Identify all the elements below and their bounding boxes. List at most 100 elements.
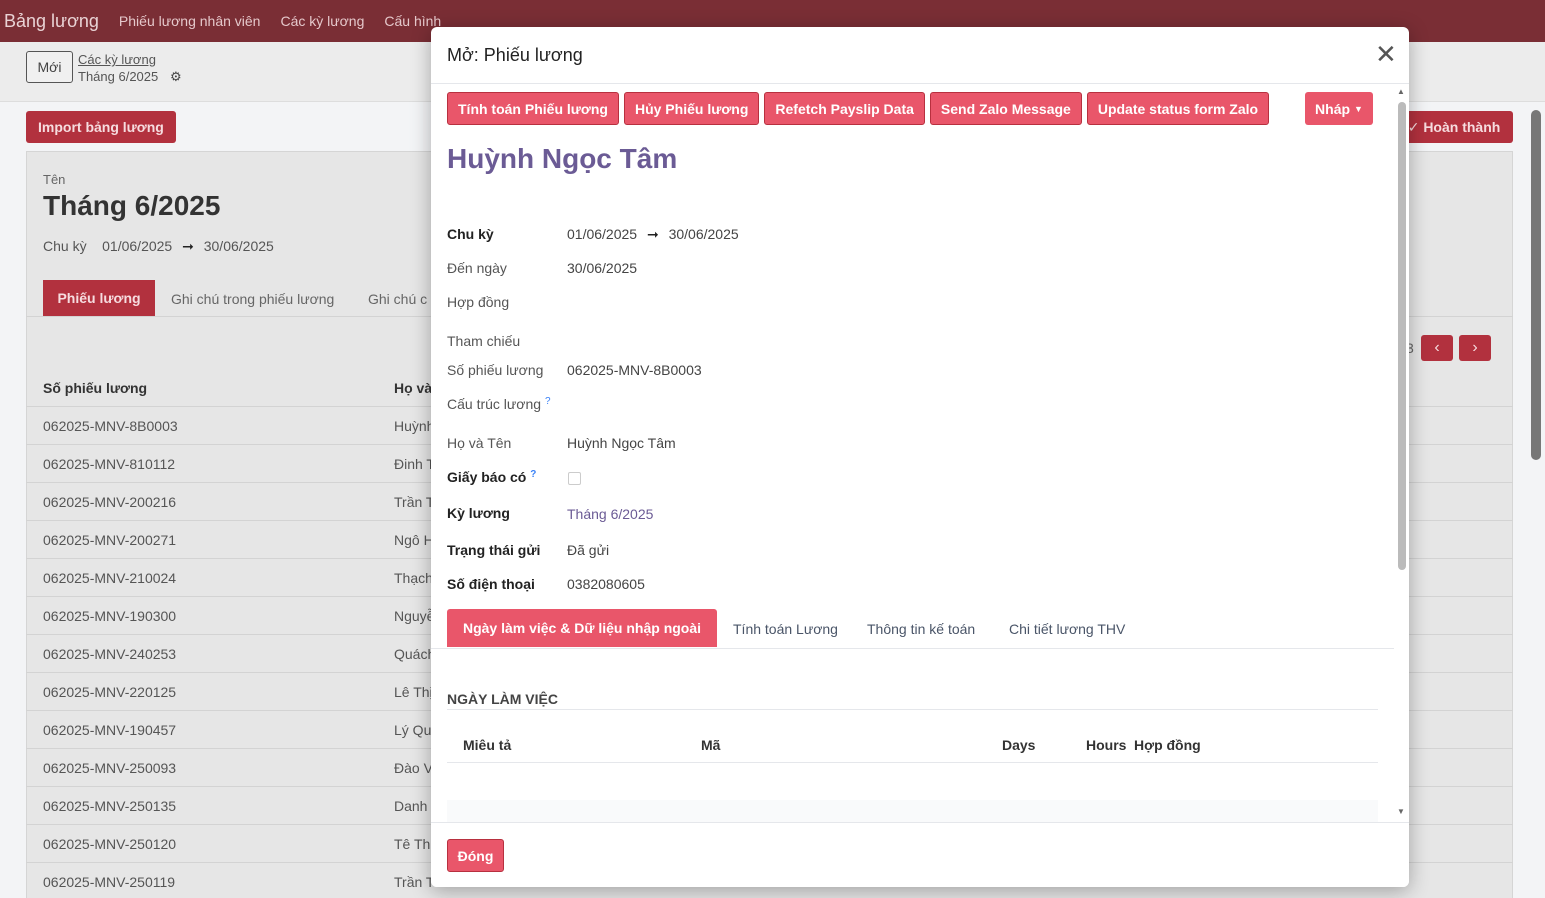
- nav-item-pay-periods[interactable]: Các kỳ lương: [280, 13, 364, 29]
- cell-fullname: Lý Quy: [394, 722, 434, 738]
- cell-payslip-no: 062025-MNV-250135: [43, 798, 177, 814]
- send-status-label: Trạng thái gửi: [447, 542, 541, 558]
- cell-fullname: Đinh T: [394, 456, 434, 472]
- breadcrumb-current: Tháng 6/2025: [78, 69, 159, 84]
- phone-value[interactable]: 0382080605: [567, 576, 645, 592]
- period-field: Chu kỳ 01/06/2025 ➞ 30/06/2025: [43, 238, 274, 255]
- action-button-bar: Tính toán Phiếu lương Hủy Phiếu lương Re…: [447, 92, 1270, 125]
- update-zalo-status-button[interactable]: Update status form Zalo: [1086, 92, 1270, 125]
- compute-payslip-button[interactable]: Tính toán Phiếu lương: [447, 92, 619, 125]
- cell-fullname: Ngô H: [394, 532, 434, 548]
- status-dropdown-button[interactable]: Nháp ▼: [1305, 92, 1373, 125]
- tab-thv-details[interactable]: Chi tiết lương THV: [1009, 621, 1125, 637]
- dialog-footer: Đóng: [431, 822, 1409, 887]
- tab-salary-computation[interactable]: Tính toán Lương: [733, 621, 838, 637]
- structure-label-text: Cấu trúc lương: [447, 396, 542, 412]
- cancel-payslip-button[interactable]: Hủy Phiếu lương: [623, 92, 760, 125]
- period-from: 01/06/2025: [102, 238, 173, 254]
- page-scrollbar[interactable]: [1531, 110, 1541, 460]
- cell-payslip-no: 062025-MNV-240253: [43, 646, 177, 662]
- to-date-value[interactable]: 30/06/2025: [567, 260, 637, 276]
- breadcrumb-parent[interactable]: Các kỳ lương: [78, 52, 156, 67]
- cell-payslip-no: 062025-MNV-220125: [43, 684, 177, 700]
- cell-payslip-no: 062025-MNV-250093: [43, 760, 177, 776]
- refetch-data-button[interactable]: Refetch Payslip Data: [764, 92, 925, 125]
- payslip-no-value[interactable]: 062025-MNV-8B0003: [567, 362, 702, 378]
- tab-notes[interactable]: Ghi chú c: [368, 291, 427, 307]
- send-status-value[interactable]: Đã gửi: [567, 542, 609, 558]
- nav-item-employee-payslips[interactable]: Phiếu lương nhân viên: [119, 13, 261, 29]
- help-icon[interactable]: ?: [545, 396, 551, 407]
- app-brand[interactable]: Bảng lương: [4, 11, 99, 32]
- table-header-divider: [447, 762, 1378, 763]
- import-payroll-button[interactable]: Import bảng lương: [26, 111, 176, 143]
- column-header-payslip-no[interactable]: Số phiếu lương: [43, 380, 147, 396]
- cell-payslip-no: 062025-MNV-250119: [43, 874, 176, 890]
- dialog-header: Mở: Phiếu lương ✕: [431, 27, 1409, 84]
- scroll-up-icon[interactable]: ▲: [1397, 87, 1405, 96]
- fullname-value[interactable]: Huỳnh Ngọc Tâm: [567, 435, 676, 451]
- arrow-right-icon: ➞: [646, 226, 659, 242]
- page-title: Tháng 6/2025: [43, 190, 221, 221]
- close-button[interactable]: Đóng: [447, 839, 504, 872]
- complete-label: Hoàn thành: [1423, 119, 1501, 135]
- column-header-days[interactable]: Days: [1002, 737, 1035, 753]
- cell-fullname: Lê Thị: [394, 684, 433, 700]
- period-range[interactable]: 01/06/2025 ➞ 30/06/2025: [567, 226, 739, 243]
- cell-fullname: Huỳnh: [394, 418, 434, 434]
- column-header-hours[interactable]: Hours: [1086, 737, 1126, 753]
- column-header-description[interactable]: Miêu tả: [463, 737, 511, 753]
- credit-note-label: Giấy báo có ?: [447, 469, 536, 485]
- pay-period-label: Kỳ lương: [447, 505, 510, 521]
- tab-accounting-info[interactable]: Thông tin kế toán: [867, 621, 975, 637]
- cell-fullname: Thạch: [394, 570, 433, 586]
- fullname-label: Họ và Tên: [447, 435, 512, 451]
- table-row[interactable]: [447, 800, 1378, 822]
- arrow-right-icon: ➞: [182, 238, 194, 254]
- reference-label: Tham chiếu: [447, 333, 521, 349]
- complete-button[interactable]: ✓ Hoàn thành: [1395, 111, 1513, 143]
- pay-period-link[interactable]: Tháng 6/2025: [567, 506, 653, 522]
- section-title: NGÀY LÀM VIỆC: [447, 691, 558, 707]
- cell-fullname: Nguyễ: [394, 608, 434, 624]
- cell-payslip-no: 062025-MNV-200271: [43, 532, 177, 548]
- credit-note-label-text: Giấy báo có: [447, 469, 527, 485]
- dialog-body: Tính toán Phiếu lương Hủy Phiếu lương Re…: [431, 84, 1409, 822]
- pager-prev-button[interactable]: ‹: [1421, 335, 1453, 361]
- chevron-left-icon: ‹: [1434, 339, 1440, 356]
- cell-payslip-no: 062025-MNV-190300: [43, 608, 177, 624]
- to-date-label: Đến ngày: [447, 260, 507, 276]
- help-icon[interactable]: ?: [530, 469, 536, 480]
- period-from-value[interactable]: 01/06/2025: [567, 226, 637, 242]
- scroll-down-icon[interactable]: ▼: [1397, 807, 1405, 816]
- tab-payslip-notes[interactable]: Ghi chú trong phiếu lương: [171, 291, 334, 307]
- cell-fullname: Quách: [394, 646, 434, 662]
- column-header-fullname[interactable]: Họ và: [394, 380, 432, 396]
- gear-icon[interactable]: ⚙: [170, 69, 182, 85]
- contract-label: Hợp đồng: [447, 294, 510, 310]
- employee-name: Huỳnh Ngọc Tâm: [447, 143, 678, 174]
- cell-fullname: Trần T: [394, 494, 434, 510]
- cell-fullname: Trần T: [394, 874, 434, 890]
- credit-note-checkbox[interactable]: [568, 472, 581, 485]
- dialog-scrollbar-thumb[interactable]: [1398, 102, 1406, 570]
- structure-label: Cấu trúc lương ?: [447, 396, 551, 412]
- payslip-no-label: Số phiếu lương: [447, 362, 544, 378]
- close-icon[interactable]: ✕: [1375, 41, 1397, 67]
- cell-payslip-no: 062025-MNV-200216: [43, 494, 177, 510]
- cell-payslip-no: 062025-MNV-8B0003: [43, 418, 178, 434]
- caret-down-icon: ▼: [1354, 103, 1363, 114]
- status-label: Nháp: [1315, 100, 1351, 117]
- tab-payslips[interactable]: Phiếu lương: [43, 280, 155, 316]
- new-button[interactable]: Mới: [26, 51, 73, 83]
- send-zalo-button[interactable]: Send Zalo Message: [929, 92, 1082, 125]
- dialog-title: Mở: Phiếu lương: [447, 45, 583, 65]
- period-to-value[interactable]: 30/06/2025: [669, 226, 739, 242]
- column-header-contract[interactable]: Hợp đồng: [1134, 737, 1201, 753]
- tab-worked-days[interactable]: Ngày làm việc & Dữ liệu nhập ngoài: [447, 609, 717, 647]
- cell-fullname: Danh: [394, 798, 428, 814]
- phone-label: Số điện thoại: [447, 576, 535, 592]
- pager-next-button[interactable]: ›: [1459, 335, 1491, 361]
- cell-payslip-no: 062025-MNV-210024: [43, 570, 177, 586]
- column-header-code[interactable]: Mã: [701, 737, 720, 753]
